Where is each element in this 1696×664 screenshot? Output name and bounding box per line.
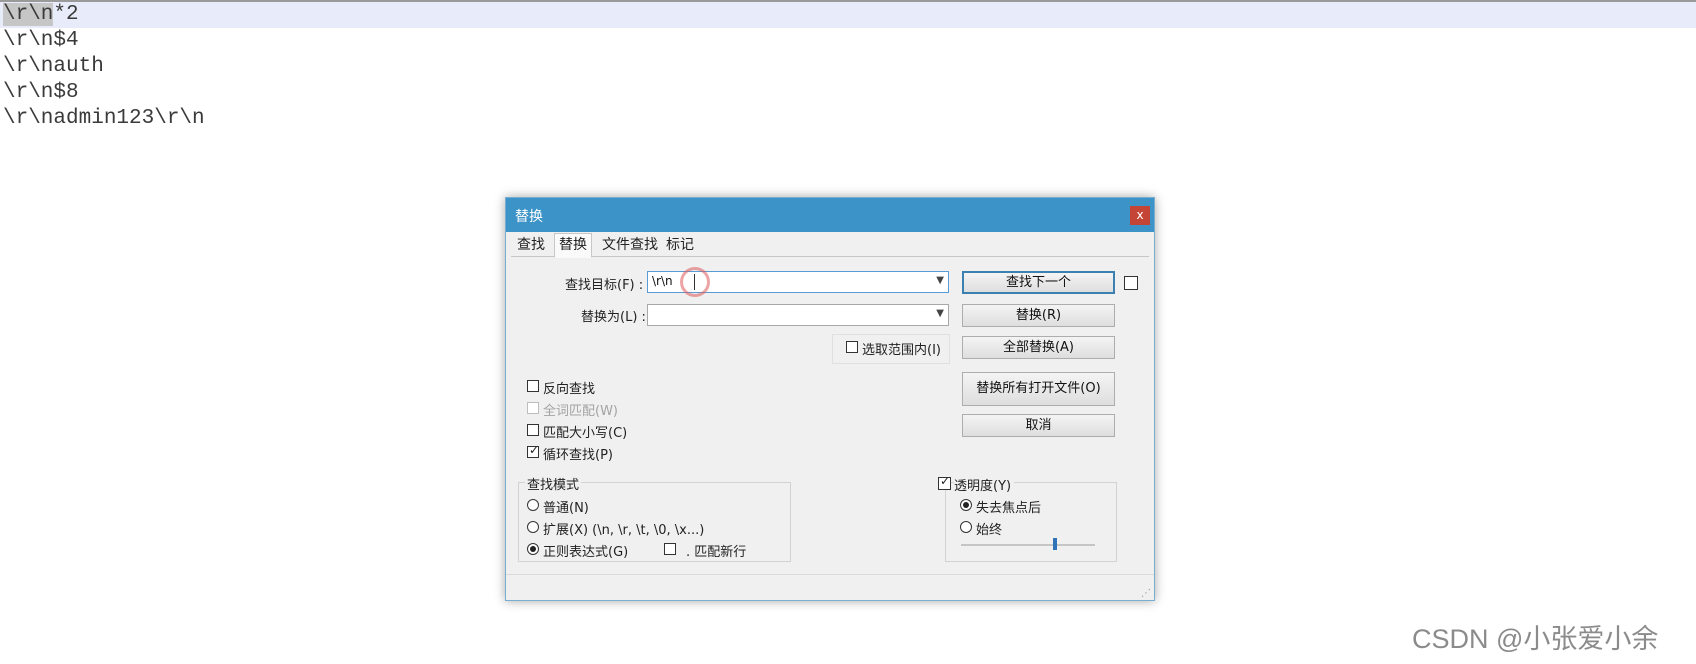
find-input[interactable]: \r\n ▼: [647, 267, 949, 297]
editor-line-1[interactable]: \r\n*2: [3, 2, 79, 28]
dot-matches-newline-checkbox[interactable]: [664, 543, 676, 555]
tab-replace[interactable]: 替换: [554, 233, 592, 258]
current-line-highlight: [0, 2, 1696, 28]
whole-word-label: 全词匹配(W): [543, 404, 618, 419]
extended-label: 扩展(X) (\n, \r, \t, \0, \x...): [543, 523, 705, 538]
normal-label: 普通(N): [543, 501, 589, 516]
whole-word-checkbox: [527, 402, 539, 414]
resize-grip-icon[interactable]: ⋰: [1141, 588, 1151, 599]
on-lose-focus-radio[interactable]: [960, 499, 972, 511]
search-mode-title: 查找模式: [525, 474, 582, 493]
chevron-down-icon[interactable]: ▼: [936, 308, 944, 319]
find-next-option-checkbox[interactable]: [1124, 276, 1138, 290]
checkmark-icon: ✓: [529, 443, 540, 457]
on-lose-focus-label: 失去焦点后: [976, 501, 1042, 516]
radio-selected-dot: [530, 546, 536, 552]
replace-all-open-files-button[interactable]: 替换所有打开文件(O): [962, 372, 1115, 406]
regex-label: 正则表达式(G): [543, 545, 629, 560]
replace-input[interactable]: ▼: [647, 304, 949, 326]
cancel-button[interactable]: 取消: [962, 414, 1115, 437]
wrap-around-label: 循环查找(P): [543, 448, 613, 463]
extended-radio[interactable]: [527, 521, 539, 533]
tab-mark[interactable]: 标记: [662, 235, 698, 255]
transparency-group: [945, 482, 1117, 562]
transparency-checkbox[interactable]: ✓: [938, 474, 951, 490]
transparency-slider-track[interactable]: [961, 544, 1095, 546]
transparency-label: 透明度(Y): [954, 475, 1015, 494]
backward-label: 反向查找: [543, 382, 596, 397]
line-text: *2: [53, 3, 79, 26]
dialog-titlebar[interactable]: 替换 x: [506, 198, 1154, 232]
always-radio[interactable]: [960, 521, 972, 533]
dialog-title: 替换: [515, 209, 543, 225]
find-next-button[interactable]: 查找下一个: [962, 271, 1115, 294]
editor-line-5[interactable]: \r\nadmin123\r\n: [3, 106, 205, 132]
tab-find[interactable]: 查找: [513, 235, 549, 255]
tab-strip: 查找 替换 文件查找 标记: [511, 233, 1149, 258]
watermark: CSDN @小张爱小余: [1412, 624, 1659, 654]
transparency-slider-thumb[interactable]: [1053, 538, 1057, 550]
in-selection-label: 选取范围内(I): [862, 343, 941, 358]
find-label: 查找目标(F) :: [565, 278, 644, 293]
editor-line-3[interactable]: \r\nauth: [3, 54, 104, 80]
tab-find-in-files[interactable]: 文件查找: [598, 235, 662, 255]
replace-all-button[interactable]: 全部替换(A): [962, 336, 1115, 359]
replace-dialog: 替换 x 查找 替换 文件查找 标记 查找目标(F) : \r\n ▼ 替换为(…: [505, 197, 1155, 601]
chevron-down-icon[interactable]: ▼: [936, 275, 944, 286]
replace-label: 替换为(L) :: [581, 310, 646, 325]
match-case-checkbox[interactable]: [527, 424, 539, 436]
editor-line-4[interactable]: \r\n$8: [3, 80, 79, 106]
match-case-label: 匹配大小写(C): [543, 426, 628, 441]
normal-radio[interactable]: [527, 499, 539, 511]
editor-line-2[interactable]: \r\n$4: [3, 28, 79, 54]
regex-radio[interactable]: [527, 543, 539, 555]
dialog-status-bar: ⋰: [506, 574, 1154, 601]
checkmark-icon: ✓: [940, 474, 951, 488]
dot-matches-newline-label: . 匹配新行: [686, 545, 747, 560]
close-button[interactable]: x: [1130, 206, 1150, 225]
wrap-around-checkbox[interactable]: ✓: [527, 443, 540, 458]
selected-text: \r\n: [3, 3, 54, 26]
text-cursor-icon: [694, 274, 697, 290]
radio-selected-dot: [963, 502, 969, 508]
find-input-value: \r\n: [652, 274, 673, 288]
always-label: 始终: [976, 523, 1003, 538]
backward-checkbox[interactable]: [527, 380, 539, 392]
replace-button[interactable]: 替换(R): [962, 304, 1115, 327]
in-selection-checkbox[interactable]: [846, 341, 858, 353]
